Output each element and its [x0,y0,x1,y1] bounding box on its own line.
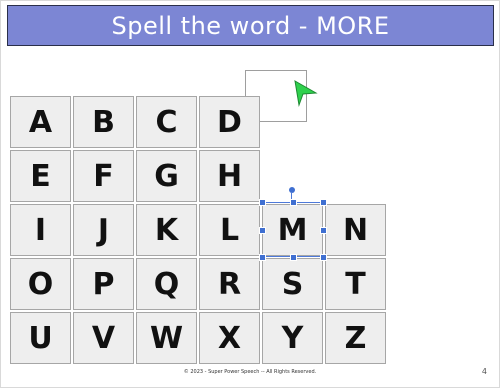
letter-tile-n[interactable]: N [325,204,386,256]
resize-handle[interactable] [320,254,327,261]
letter-tile-e[interactable]: E [10,150,71,202]
letter-tile-x[interactable]: X [199,312,260,364]
letter-tile-h[interactable]: H [199,150,260,202]
letter-tile-y[interactable]: Y [262,312,323,364]
resize-handle[interactable] [289,254,297,261]
letter-tile-p[interactable]: P [73,258,134,310]
letter-tile-k[interactable]: K [136,204,197,256]
green-pointer-arrow-icon[interactable] [291,79,319,107]
letter-tile-v[interactable]: V [73,312,134,364]
letter-tile-r[interactable]: R [199,258,260,310]
resize-handle[interactable] [320,199,327,206]
letter-tile-i[interactable]: I [10,204,71,256]
page-number: 4 [481,367,487,376]
letter-tile-w[interactable]: W [136,312,197,364]
letter-tile-j[interactable]: J [73,204,134,256]
slide-title: Spell the word - MORE [111,11,390,40]
letter-tile-a[interactable]: A [10,96,71,148]
letter-tile-l[interactable]: L [199,204,260,256]
rotation-handle[interactable] [289,187,295,193]
resize-handle[interactable] [320,226,327,234]
letter-tile-t[interactable]: T [325,258,386,310]
resize-handle[interactable] [289,199,297,206]
slide: Spell the word - MORE © 2023 - Super Pow… [0,0,500,388]
letter-tile-b[interactable]: B [73,96,134,148]
resize-handle[interactable] [259,254,266,261]
letter-tile-o[interactable]: O [10,258,71,310]
resize-handle[interactable] [259,199,266,206]
letter-tile-c[interactable]: C [136,96,197,148]
letter-tile-q[interactable]: Q [136,258,197,310]
letter-tile-m[interactable]: M [262,204,323,256]
resize-handle[interactable] [259,226,266,234]
letter-tile-f[interactable]: F [73,150,134,202]
letter-tile-d[interactable]: D [199,96,260,148]
letter-tile-s[interactable]: S [262,258,323,310]
letter-tile-z[interactable]: Z [325,312,386,364]
copyright-footer: © 2023 - Super Power Speech -- All Right… [183,369,317,375]
letter-tile-g[interactable]: G [136,150,197,202]
letter-tile-u[interactable]: U [10,312,71,364]
title-banner: Spell the word - MORE [7,5,494,46]
